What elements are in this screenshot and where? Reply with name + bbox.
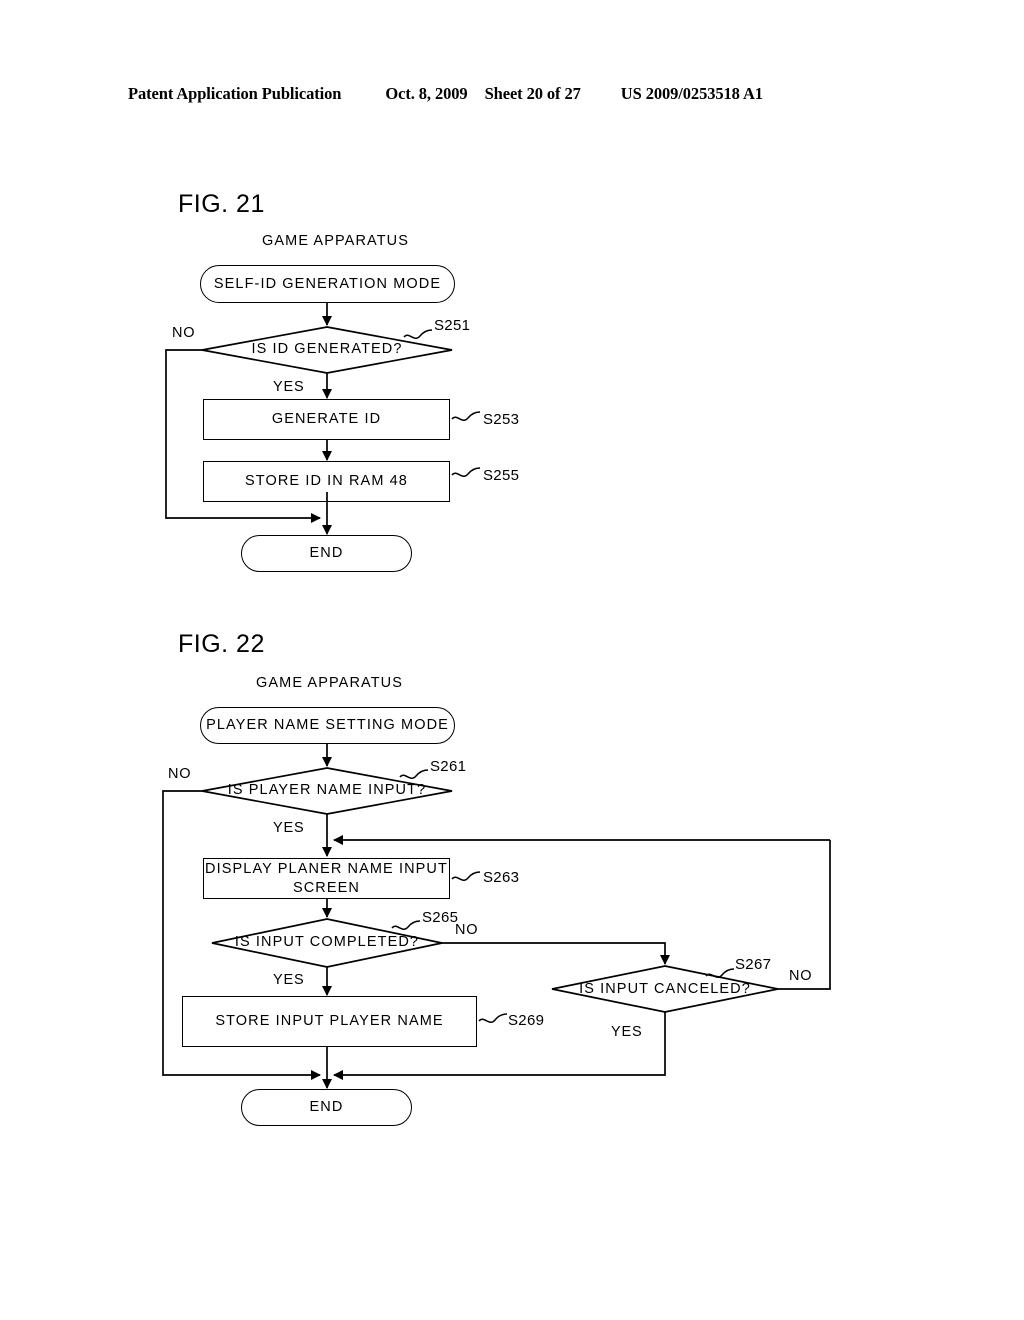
fig22-step-id-s269: S269: [508, 1012, 545, 1029]
fig22-branch-s265-yes: YES: [273, 972, 305, 988]
fig21-decision-s251-label: IS ID GENERATED?: [251, 341, 403, 357]
fig22-step-id-s267: S267: [735, 956, 772, 973]
document-number: US 2009/0253518 A1: [620, 84, 763, 103]
fig21-process-s253-label: GENERATE ID: [271, 411, 382, 428]
publication-label: Patent Application Publication: [128, 84, 342, 103]
fig21-step-id-s251: S251: [434, 317, 471, 334]
fig22-process-s269-label: STORE INPUT PLAYER NAME: [215, 1013, 444, 1030]
fig21-start-terminal: SELF-ID GENERATION MODE: [200, 265, 455, 303]
fig22-start-terminal: PLAYER NAME SETTING MODE: [200, 707, 455, 744]
fig21-process-s253: GENERATE ID: [203, 399, 450, 440]
fig22-branch-s267-no: NO: [789, 968, 813, 984]
fig22-branch-s261-no: NO: [168, 766, 192, 782]
fig22-process-s263-label: DISPLAY PLANER NAME INPUT SCREEN: [205, 861, 448, 896]
figure-caption-fig22: GAME APPARATUS: [256, 675, 404, 691]
publication-date: Oct. 8, 2009: [385, 84, 468, 103]
fig22-branch-s261-yes: YES: [273, 820, 305, 836]
fig22-end-terminal: END: [241, 1089, 412, 1126]
fig21-step-id-s253: S253: [483, 411, 520, 428]
figure-title-fig21: FIG. 21: [178, 190, 265, 218]
fig22-end-label: END: [309, 1099, 344, 1116]
flowchart-lines-layer: [162, 303, 831, 1090]
fig21-process-s255: STORE ID IN RAM 48: [203, 461, 450, 502]
fig22-step-id-s263: S263: [483, 869, 520, 886]
fig22-step-id-s261: S261: [430, 758, 467, 775]
fig21-end-label: END: [309, 545, 344, 562]
figure-caption-fig21: GAME APPARATUS: [262, 233, 410, 249]
fig22-decision-s261-label: IS PLAYER NAME INPUT?: [227, 782, 427, 798]
sheet-number: Sheet 20 of 27: [484, 84, 581, 103]
fig22-process-s269: STORE INPUT PLAYER NAME: [182, 996, 477, 1047]
fig21-start-label: SELF-ID GENERATION MODE: [213, 275, 442, 292]
page-header: Patent Application Publication Oct. 8, 2…: [128, 84, 896, 110]
fig22-branch-s267-yes: YES: [611, 1024, 643, 1040]
fig22-decision-s265-label: IS INPUT COMPLETED?: [234, 934, 420, 950]
fig22-start-label: PLAYER NAME SETTING MODE: [206, 717, 449, 734]
fig21-end-terminal: END: [241, 535, 412, 572]
fig22-step-id-s265: S265: [422, 909, 459, 926]
fig22-branch-s265-no: NO: [455, 922, 479, 938]
fig21-branch-s251-no: NO: [172, 325, 196, 341]
fig22-decision-s267-label: IS INPUT CANCELED?: [579, 981, 751, 997]
fig21-branch-s251-yes: YES: [273, 379, 305, 395]
fig21-process-s255-label: STORE ID IN RAM 48: [245, 473, 408, 490]
fig22-process-s263: DISPLAY PLANER NAME INPUT SCREEN: [203, 858, 450, 899]
fig21-step-id-s255: S255: [483, 467, 520, 484]
figure-title-fig22: FIG. 22: [178, 630, 265, 658]
